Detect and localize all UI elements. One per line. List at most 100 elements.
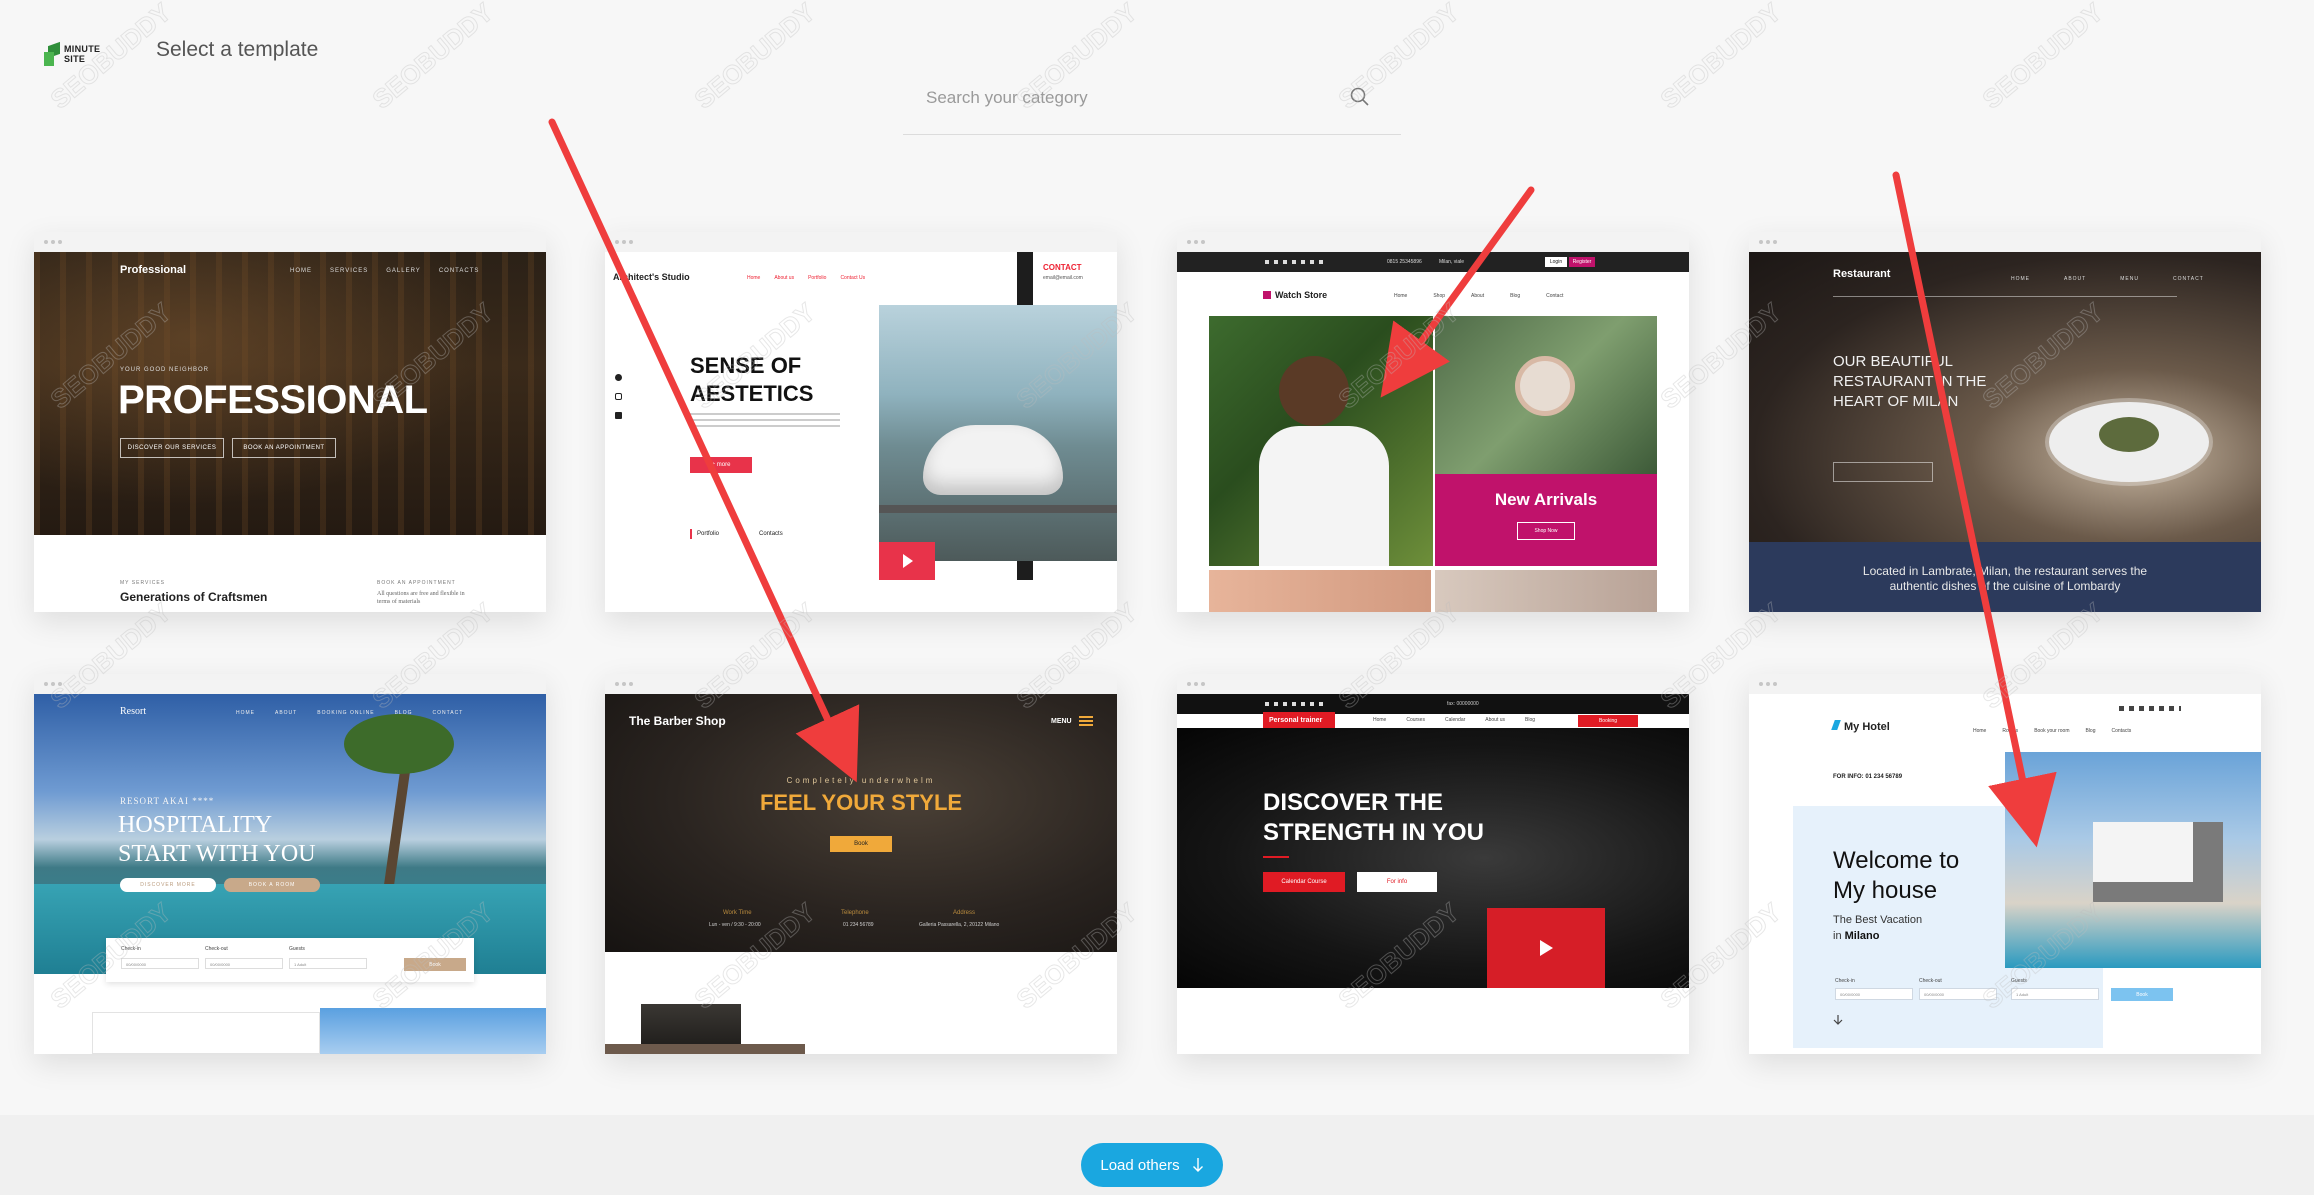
instagram-icon[interactable] [615,393,622,400]
topbar: 0815 25345896 Milan, viale Login Registe… [1177,252,1689,272]
sky-photo [320,1008,546,1054]
hero-headline-line2: AESTETICS [690,381,814,406]
more-button: + more [690,457,752,473]
template-card-watch-store[interactable]: 0815 25345896 Milan, viale Login Registe… [1177,232,1689,612]
nav-item: Home [1973,728,1987,734]
facebook-icon[interactable] [615,374,622,381]
template-card-personal-trainer[interactable]: fax: 00000000 Home Courses Calendar About u… [1177,674,1689,1054]
info-value: Lun - ven / 9:30 - 20:00 [709,922,761,928]
nav-item: About [1471,293,1485,299]
template-card-architects-studio[interactable]: Architect's Studio Home About us Portfolio… [605,232,1117,612]
nav-item: Blog [1510,293,1521,299]
template-nav: Home Courses Calendar About us Blog [1373,717,1535,723]
calendar-button: Calendar Course [1263,872,1345,892]
template-card-restaurant[interactable]: Restaurant HOME ABOUT MENU CONTACT OUR BEAU… [1749,232,2261,612]
template-nav: HOME ABOUT BOOKING ONLINE BLOG CONTACT [236,710,463,716]
nav-item: GALLERY [386,268,421,274]
card-chrome [605,674,1117,694]
accent-line [1263,856,1289,858]
video-thumbnail[interactable] [1487,908,1605,988]
content-box [92,1012,320,1054]
new-arrivals-panel: New Arrivals Shop Now [1435,474,1657,566]
hero-headline-line2: RESTAURANT IN THE [1833,373,1987,390]
topbar-text: fax: 00000000 [1447,701,1479,707]
template-nav: HOME ABOUT MENU CONTACT [2011,276,2204,282]
footer-marker [690,529,692,539]
check-in-field: 00/00/0000 [1835,988,1913,1000]
footer-text-line2: authentic dishes of the cuisine of Lomba… [1889,579,2121,593]
aside-kicker: BOOK AN APPOINTMENT [377,580,456,586]
nav-item: Contact [1546,293,1564,299]
booking-label: Check-out [205,946,228,952]
hero-kicker: RESORT AKAI **** [120,796,215,806]
shop-now-button: Shop Now [1517,522,1575,540]
contact-email: email@email.com [1043,275,1083,281]
search-input[interactable] [926,85,1326,111]
nav-item: BLOG [394,710,413,716]
search-icon[interactable] [1349,86,1371,108]
hero-headline-line1: DISCOVER THE [1263,789,1444,816]
nav-item: Contacts [2111,728,2132,734]
linkedin-icon[interactable] [615,412,622,419]
booking-label: Check-out [1919,978,1942,984]
product-photo [1209,570,1431,612]
arrow-down-icon [1833,1015,1843,1025]
check-in-field: 00/00/0000 [121,958,199,969]
footer-link: Contacts [759,531,783,537]
booking-button: Booking [1578,715,1638,727]
load-others-button[interactable]: Load others [1081,1143,1223,1187]
hero-button: DISCOVER OUR SERVICES [120,438,224,458]
info-button: For info [1357,872,1437,892]
template-nav: Home Shop About Blog Contact [1394,293,1563,299]
template-card-resort[interactable]: Resort HOME ABOUT BOOKING ONLINE BLOG CONTAC… [34,674,546,1054]
template-card-barber-shop[interactable]: The Barber Shop MENU Completely underwhe… [605,674,1117,1054]
gallery-strip [605,1044,805,1054]
nav-item: CONTACTS [438,268,480,274]
register-button: Register [1569,257,1595,267]
template-nav: Home Rooms Book your room Blog Contacts [1973,728,2131,734]
minute-site-logo[interactable]: MINUTE SITE [44,41,114,70]
hero-headline-line2: STRENGTH IN YOU [1263,819,1484,846]
card-chrome [1749,232,2261,252]
social-icons [2119,706,2181,711]
topbar-city: Milan, viale [1439,259,1465,265]
hero-button: BOOK AN APPOINTMENT [232,438,336,458]
contact-label: CONTACT [1043,263,1082,272]
menu-label: MENU [1051,718,1072,725]
watermark-text: SEOBUDDY [367,0,499,115]
brand-mark-icon [1263,291,1271,299]
nav-item: Home [1394,293,1408,299]
play-button[interactable] [879,542,935,580]
template-card-professional[interactable]: Professional HOME SERVICES GALLERY CONTACTS… [34,232,546,612]
watch-photo [1435,316,1657,474]
booking-label: Guests [289,946,305,952]
hero-headline-line1: OUR BEAUTIFUL [1833,353,1954,370]
menu-icon[interactable] [1079,716,1093,726]
info-value: Galleria Passarella, 2, 20122 Milano [919,922,1000,928]
nav-item: Courses [1406,717,1425,723]
load-others-label: Load others [1100,1156,1180,1174]
check-out-field: 00/00/0000 [1919,988,1997,1000]
nav-item: Contact Us [840,275,866,281]
nav-item: Home [747,275,761,281]
nav-item: Portfolio [808,275,827,281]
body-copy [690,413,840,431]
nav-item: About us [1485,717,1506,723]
check-out-field: 00/00/0000 [205,958,283,969]
hero-kicker: Completely underwhelm [786,776,936,785]
template-card-my-hotel[interactable]: My Hotel Home Rooms Book your room Blog Cont… [1749,674,2261,1054]
brand-name: Professional [120,264,187,276]
page-title: Select a template [156,38,319,61]
booking-label: Guests [2011,978,2027,984]
brand-name: Restaurant [1833,268,1891,280]
hero-kicker: YOUR GOOD NEIGHBOR [120,367,210,373]
hero-headline-line2: My house [1833,877,1938,904]
booking-bar: Check-in Check-out Guests 00/00/0000 00/… [106,938,474,982]
hero-image: DISCOVER THE STRENGTH IN YOU Calendar Co… [1177,728,1689,988]
template-nav: Home About us Portfolio Contact Us [747,275,865,281]
watermark-text: SEOBUDDY [689,0,821,115]
villa-photo [2005,752,2261,968]
nav-item: HOME [2011,276,2030,282]
woman-photo [1209,316,1433,566]
restaurant-footer: Located in Lambrate, Milan, the restaura… [1749,542,2261,612]
